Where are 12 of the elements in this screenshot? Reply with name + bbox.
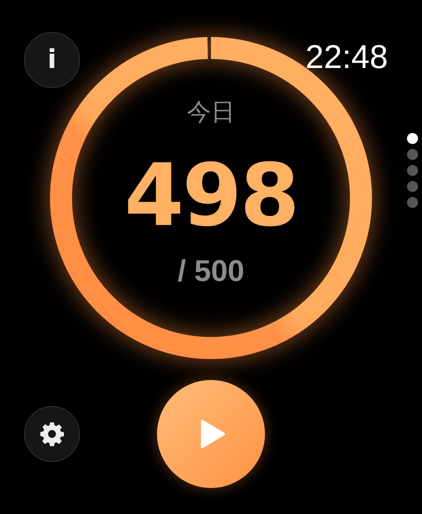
page-dot[interactable] — [407, 133, 418, 144]
settings-icon — [38, 420, 66, 448]
page-dot[interactable] — [407, 181, 418, 192]
count-value: 498 — [124, 153, 298, 239]
page-dot[interactable] — [407, 165, 418, 176]
info-button[interactable]: i — [24, 32, 80, 88]
page-dot[interactable] — [407, 197, 418, 208]
page-dot[interactable] — [407, 149, 418, 160]
play-button[interactable] — [157, 380, 265, 488]
clock-time: 22:48 — [305, 38, 388, 76]
day-label: 今日 — [187, 101, 235, 125]
goal-value: / 500 — [178, 257, 244, 287]
